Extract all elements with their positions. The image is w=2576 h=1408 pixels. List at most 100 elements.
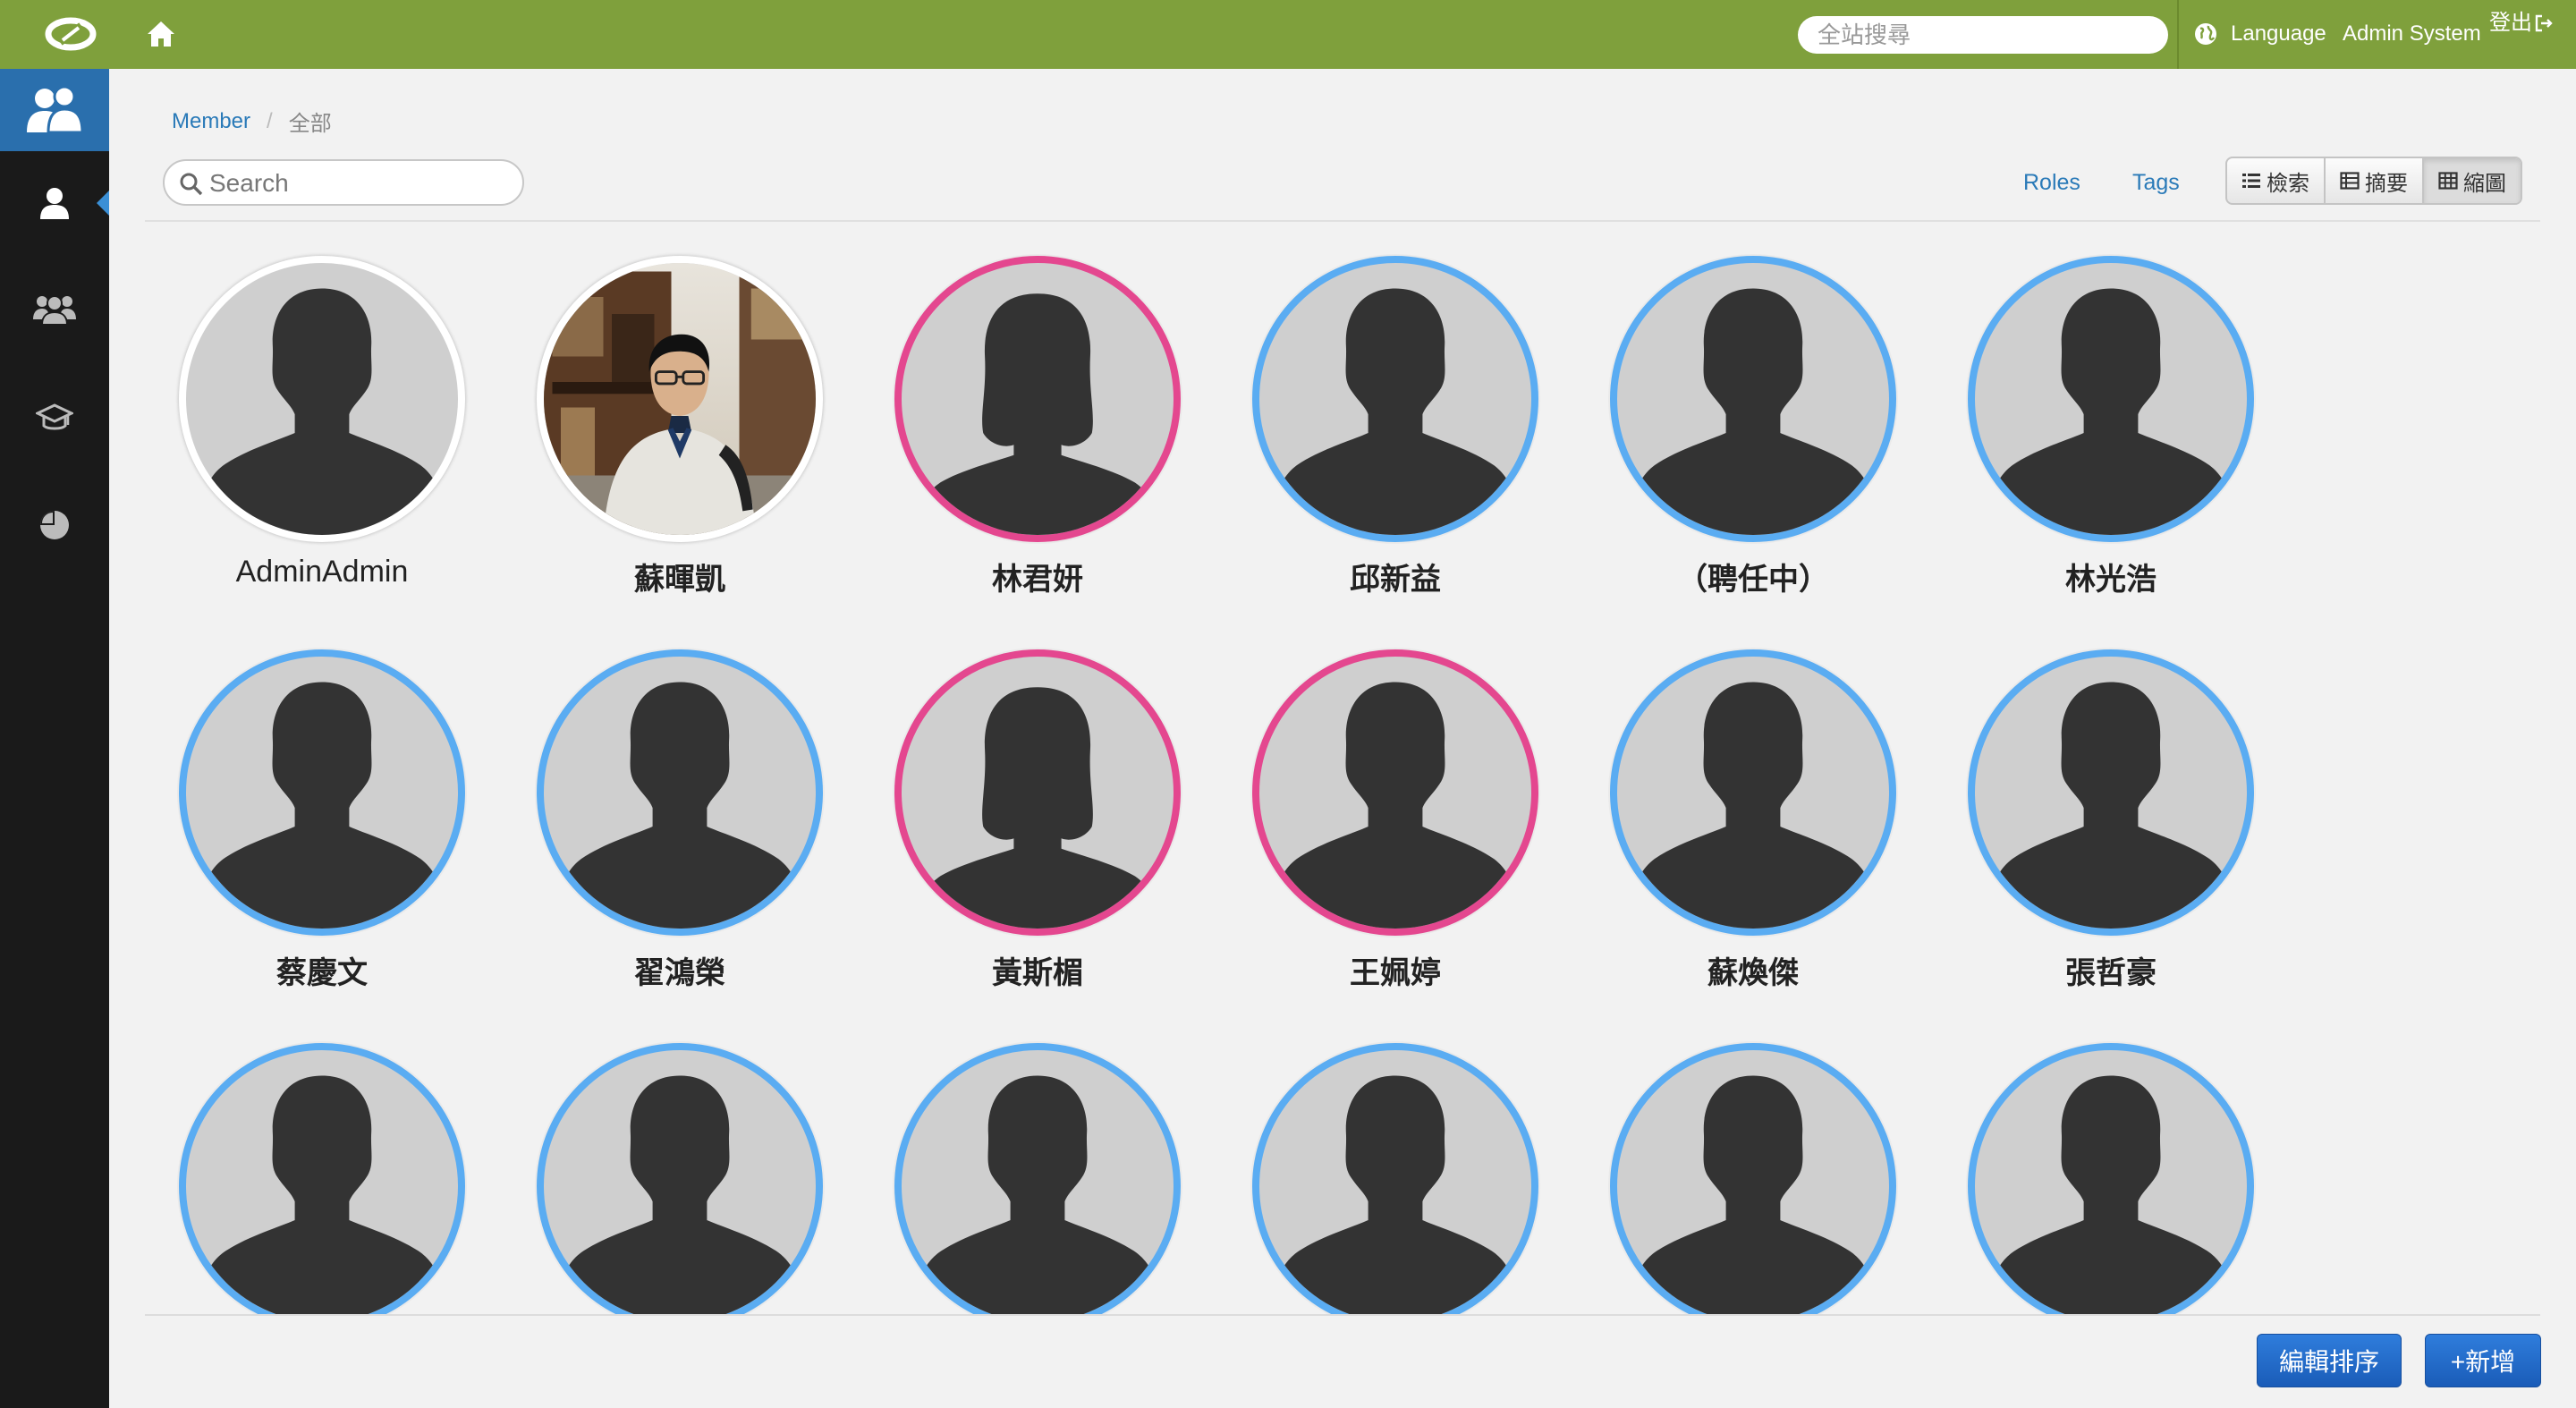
view-grid-label: 縮圖 [2463, 171, 2506, 196]
member-card[interactable]: 黃斯楣 [894, 649, 1181, 1043]
male-silhouette-icon [194, 682, 450, 929]
member-card[interactable]: 蘇暉凱 [537, 256, 823, 649]
member-name[interactable]: 林君妍 [992, 555, 1083, 598]
pie-chart-icon [40, 511, 69, 539]
member-name[interactable]: （聘任中） [1677, 555, 1829, 598]
home-icon[interactable] [143, 16, 179, 52]
add-member-button[interactable]: +新增 [2425, 1334, 2541, 1387]
sidebar-item-members[interactable] [0, 69, 109, 151]
member-card[interactable]: AdminAdmin [179, 256, 465, 649]
male-silhouette-icon [1625, 682, 1881, 929]
group-icon [33, 295, 76, 326]
view-list-button[interactable]: 檢索 [2227, 158, 2326, 203]
search-icon [180, 173, 203, 196]
language-menu[interactable]: Language [2231, 20, 2326, 48]
top-bar: Language Admin System 登出 [0, 0, 2576, 69]
member-card[interactable] [1252, 1043, 1538, 1314]
member-name[interactable]: 黃斯楣 [992, 948, 1083, 992]
view-grid-button[interactable]: 縮圖 [2424, 158, 2521, 203]
member-avatar[interactable] [1968, 256, 2254, 542]
edit-sort-button[interactable]: 編輯排序 [2257, 1334, 2402, 1387]
member-avatar[interactable] [1610, 256, 1896, 542]
male-silhouette-icon [911, 1075, 1165, 1314]
sidebar-item-statistics[interactable] [0, 489, 109, 561]
member-name[interactable]: 王姵婷 [1350, 948, 1441, 992]
female-silhouette-icon [910, 687, 1165, 929]
breadcrumb-separator: / [267, 108, 273, 133]
male-silhouette-icon [1267, 682, 1523, 929]
breadcrumb-member-link[interactable]: Member [172, 109, 250, 134]
member-avatar[interactable] [1610, 649, 1896, 936]
member-name[interactable]: 翟鴻榮 [634, 948, 725, 992]
list-icon [2242, 174, 2260, 188]
female-silhouette-icon [910, 293, 1165, 535]
male-silhouette-icon [552, 682, 808, 929]
profile-photo [544, 263, 816, 535]
member-card[interactable]: 蔡慶文 [179, 649, 465, 1043]
member-name[interactable]: 蘇煥傑 [1707, 948, 1799, 992]
logout-label: 登出 [2489, 11, 2532, 35]
member-name[interactable]: AdminAdmin [236, 555, 409, 589]
member-avatar[interactable] [179, 649, 465, 936]
member-avatar[interactable] [179, 256, 465, 542]
member-card[interactable] [537, 1043, 823, 1314]
member-avatar[interactable] [1968, 649, 2254, 936]
member-card[interactable]: 王姵婷 [1252, 649, 1538, 1043]
male-silhouette-icon [1983, 682, 2239, 929]
member-avatar[interactable] [1252, 649, 1538, 936]
toolbar-divider [145, 220, 2540, 222]
logout-button[interactable]: 登出 [2489, 9, 2554, 38]
active-caret [97, 191, 109, 216]
member-avatar[interactable] [1252, 256, 1538, 542]
sidebar-item-user[interactable] [0, 167, 109, 239]
member-avatar[interactable] [1252, 1043, 1538, 1314]
male-silhouette-icon [1268, 1075, 1522, 1314]
member-name[interactable]: 林光浩 [2065, 555, 2157, 598]
member-avatar[interactable] [894, 256, 1181, 542]
member-card[interactable]: 林光浩 [1968, 256, 2254, 649]
member-name[interactable]: 張哲豪 [2065, 948, 2157, 992]
tags-filter-link[interactable]: Tags [2132, 170, 2180, 196]
sidebar-item-academics[interactable] [0, 382, 109, 454]
user-icon [40, 188, 69, 219]
view-summary-button[interactable]: 摘要 [2326, 158, 2424, 203]
member-avatar[interactable] [1610, 1043, 1896, 1314]
member-grid-viewport[interactable]: AdminAdmin 蘇暉凱 林君妍 邱新益 （聘任中） 林光浩蔡慶文 翟鴻榮 黃斯楣 王姵婷 蘇… [145, 224, 2540, 1314]
member-name[interactable]: 蘇暉凱 [634, 555, 725, 598]
member-card[interactable] [179, 1043, 465, 1314]
member-card[interactable]: 蘇煥傑 [1610, 649, 1896, 1043]
member-card[interactable]: 林君妍 [894, 256, 1181, 649]
member-avatar[interactable] [537, 1043, 823, 1314]
member-avatar[interactable] [1968, 1043, 2254, 1314]
member-card[interactable] [1968, 1043, 2254, 1314]
member-card[interactable] [894, 1043, 1181, 1314]
member-photo[interactable] [537, 256, 823, 542]
member-avatar[interactable] [179, 1043, 465, 1314]
footer-divider [145, 1314, 2540, 1316]
user-menu[interactable]: Admin System [2343, 20, 2481, 48]
member-avatar[interactable] [894, 649, 1181, 936]
member-name[interactable]: 蔡慶文 [276, 948, 368, 992]
male-silhouette-icon [195, 1075, 449, 1314]
logout-icon [2535, 14, 2553, 32]
member-avatar[interactable] [894, 1043, 1181, 1314]
male-silhouette-icon [194, 288, 450, 535]
breadcrumb-current: 全部 [288, 112, 332, 136]
member-name[interactable]: 邱新益 [1350, 555, 1441, 598]
globe-icon[interactable] [2193, 21, 2218, 47]
member-card[interactable]: 邱新益 [1252, 256, 1538, 649]
roles-filter-link[interactable]: Roles [2023, 170, 2080, 196]
member-search[interactable] [163, 159, 524, 206]
member-card[interactable]: 翟鴻榮 [537, 649, 823, 1043]
view-mode-toggle: 檢索 摘要 縮圖 [2225, 157, 2522, 205]
member-card[interactable] [1610, 1043, 1896, 1314]
member-card[interactable]: 張哲豪 [1968, 649, 2254, 1043]
male-silhouette-icon [1267, 288, 1523, 535]
male-silhouette-icon [1626, 1075, 1880, 1314]
site-search-input[interactable] [1798, 16, 2168, 54]
member-search-input[interactable] [209, 166, 513, 200]
app-logo-icon[interactable] [39, 9, 102, 59]
sidebar-item-groups[interactable] [0, 273, 109, 344]
member-card[interactable]: （聘任中） [1610, 256, 1896, 649]
member-avatar[interactable] [537, 649, 823, 936]
